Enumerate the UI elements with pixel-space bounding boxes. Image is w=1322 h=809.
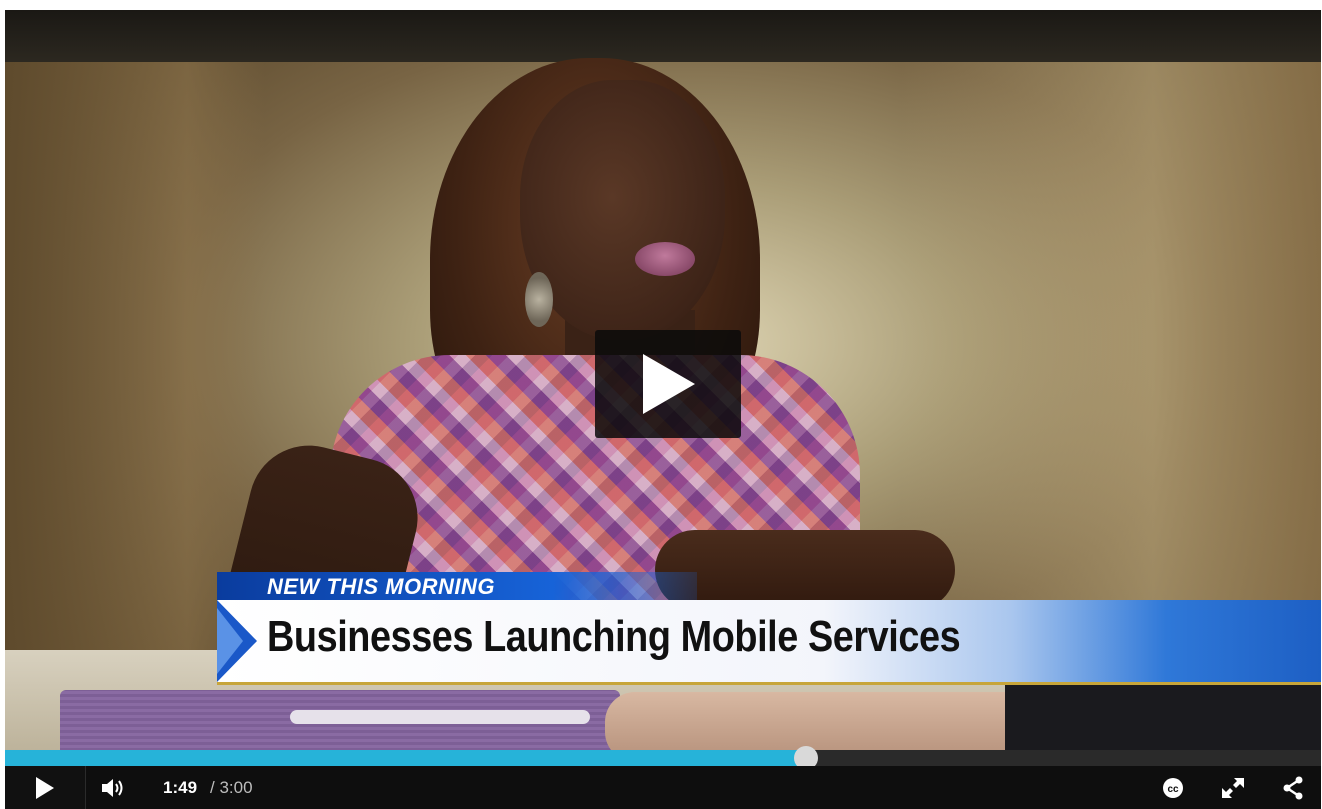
progress-bar[interactable]: [5, 746, 1321, 770]
lower-third-headline: Businesses Launching Mobile Services: [267, 612, 961, 661]
lower-third-kicker: NEW THIS MORNING: [267, 574, 495, 599]
letterbox-top: [5, 10, 1321, 62]
volume-button[interactable]: [93, 766, 133, 809]
person-lips: [635, 242, 695, 276]
play-icon: [643, 354, 695, 414]
fullscreen-icon: [1222, 777, 1244, 798]
current-time: 1:49: [163, 778, 198, 797]
chevron-highlight: [217, 608, 243, 674]
client-hand: [605, 692, 1065, 750]
volume-icon: [102, 778, 123, 797]
nail-file: [290, 710, 590, 724]
svg-text:cc: cc: [1167, 784, 1179, 795]
news-lower-third: NEW THIS MORNING Businesses Launching Mo…: [217, 572, 1321, 692]
total-duration: / 3:00: [210, 778, 253, 797]
play-icon: [36, 776, 54, 799]
share-icon: [1283, 776, 1303, 799]
share-button[interactable]: [1273, 766, 1313, 809]
closed-captions-icon: cc: [1163, 777, 1183, 798]
control-bar: 1:49 / 3:00 cc: [5, 766, 1321, 809]
video-player[interactable]: NEW THIS MORNING Businesses Launching Mo…: [5, 10, 1321, 809]
big-play-button[interactable]: [595, 330, 741, 438]
lower-third-kicker-bar: NEW THIS MORNING: [217, 572, 697, 600]
person-earring: [525, 272, 553, 327]
video-frame[interactable]: NEW THIS MORNING Businesses Launching Mo…: [5, 10, 1321, 750]
progress-played: [5, 750, 806, 766]
play-button[interactable]: [5, 766, 86, 809]
fullscreen-button[interactable]: [1213, 766, 1253, 809]
closed-captions-button[interactable]: cc: [1153, 766, 1193, 809]
